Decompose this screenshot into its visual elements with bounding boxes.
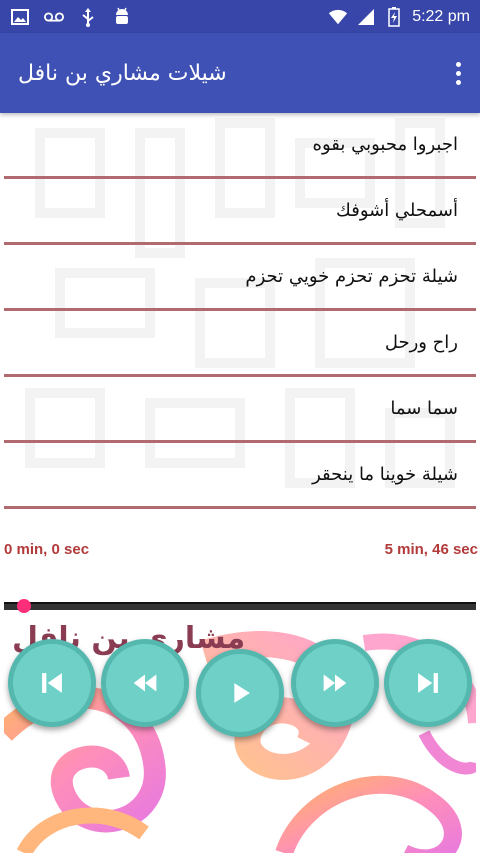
image-icon — [10, 7, 30, 27]
more-vert-icon[interactable] — [436, 45, 480, 101]
track-item[interactable]: سما سما — [4, 377, 476, 443]
app-title: شيلات مشاري بن نافل — [18, 60, 227, 86]
elapsed-time: 0 min, 0 sec — [4, 541, 90, 558]
track-item[interactable]: اجبروا محبوبي بقوه — [4, 113, 476, 179]
skip-next-icon — [418, 673, 438, 693]
rewind-icon — [133, 674, 157, 692]
track-item[interactable]: أسمحلي أشوفك — [4, 179, 476, 245]
time-row: 0 min, 0 sec 5 min, 46 sec — [0, 541, 480, 561]
total-duration: 5 min, 46 sec — [384, 541, 478, 558]
voicemail-icon — [44, 7, 64, 27]
android-icon — [112, 7, 132, 27]
seek-thumb[interactable] — [17, 599, 31, 613]
fast-forward-icon — [323, 674, 347, 692]
skip-previous-button[interactable] — [8, 639, 96, 727]
seek-track — [4, 602, 476, 610]
track-item[interactable]: شيلة خوينا ما ينحقر — [4, 443, 476, 509]
app-bar: شيلات مشاري بن نافل — [0, 33, 480, 113]
wifi-icon — [328, 7, 348, 27]
play-icon — [234, 683, 250, 703]
track-list: اجبروا محبوبي بقوه أسمحلي أشوفك شيلة تحز… — [4, 113, 476, 509]
skip-next-button[interactable] — [384, 639, 472, 727]
rewind-button[interactable] — [101, 639, 189, 727]
usb-icon — [78, 7, 98, 27]
fast-forward-button[interactable] — [291, 639, 379, 727]
content-area: اجبروا محبوبي بقوه أسمحلي أشوفك شيلة تحز… — [0, 113, 480, 853]
seek-bar[interactable] — [4, 599, 476, 613]
signal-icon — [356, 7, 376, 27]
status-bar: 5:22 pm — [0, 0, 480, 33]
track-item[interactable]: شيلة تحزم تحزم خويي تحزم — [4, 245, 476, 311]
skip-previous-icon — [42, 673, 62, 693]
track-item[interactable]: راح ورحل — [4, 311, 476, 377]
battery-icon — [384, 6, 404, 27]
status-time: 5:22 pm — [412, 7, 470, 25]
play-button[interactable] — [196, 649, 284, 737]
player-controls — [0, 633, 480, 743]
